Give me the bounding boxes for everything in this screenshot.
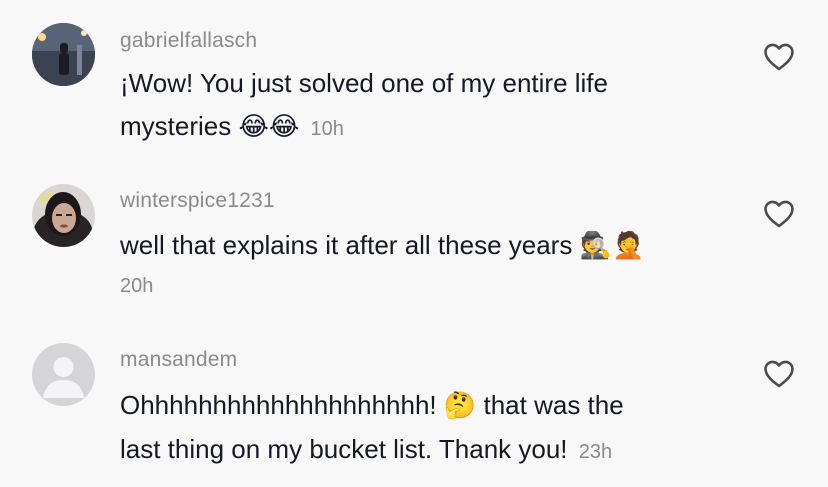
comment-username[interactable]: winterspice1231 (120, 189, 275, 213)
comment-username[interactable]: mansandem (120, 348, 237, 372)
comment-text: Ohhhhhhhhhhhhhhhhhhhh! 🤔 that was the la… (120, 384, 740, 474)
avatar[interactable] (32, 343, 95, 406)
svg-text:✿: ✿ (46, 190, 53, 199)
comment-text-line: Ohhhhhhhhhhhhhhhhhhhh! (120, 390, 437, 420)
comment-timestamp: 20h (120, 275, 154, 297)
comment-text-line: last thing on my bucket list. Thank you! (120, 434, 568, 464)
comment-text: well that explains it after all these ye… (120, 224, 740, 304)
comment-username[interactable]: gabrielfallasch (120, 29, 257, 53)
comment-timestamp: 23h (578, 441, 613, 463)
comment-list: gabrielfallasch ¡Wow! You just solved on… (0, 0, 828, 487)
heart-outline-icon[interactable] (762, 357, 796, 391)
heart-outline-icon[interactable] (762, 40, 796, 74)
default-avatar-icon (32, 343, 95, 406)
heart-outline-icon[interactable] (762, 197, 796, 231)
comment-text-line: that was the (483, 390, 624, 420)
thinking-emoji-icon: 🤔 (443, 391, 477, 421)
comment-text-line: well that explains it after all these ye… (120, 230, 573, 260)
comment-timestamp: 10h (310, 118, 344, 140)
avatar[interactable] (32, 23, 95, 86)
detective-facepalm-emoji-icon: 🕵️🤦 (579, 231, 645, 261)
avatar[interactable]: ✿ ✿ (32, 184, 95, 247)
comment-text-line: ¡Wow! You just solved one of my entire l… (120, 68, 608, 98)
comment-text-line: mysteries (120, 111, 232, 141)
laughing-emoji-icon: 😂😂 (238, 112, 300, 142)
comment-text: ¡Wow! You just solved one of my entire l… (120, 62, 740, 151)
avatar-photo-icon: ✿ ✿ (32, 184, 95, 247)
avatar-photo-icon (32, 23, 95, 86)
